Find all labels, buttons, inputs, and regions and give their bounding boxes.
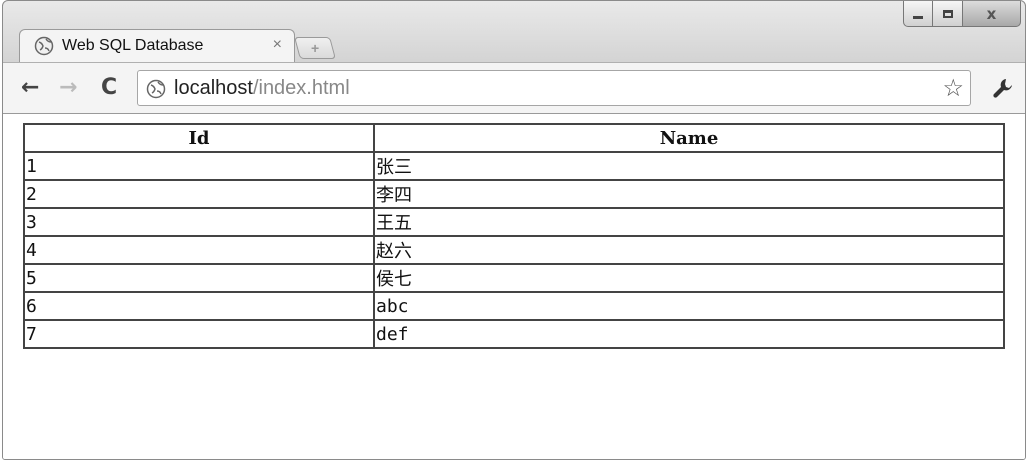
- page-content: Id Name 1 张三 2 李四 3 王五 4 赵六 5 侯七 6 abc 7 def: [3, 114, 1025, 459]
- cell-name: def: [373, 319, 1005, 349]
- globe-icon: [34, 36, 54, 56]
- column-header-name: Name: [373, 123, 1005, 153]
- wrench-icon[interactable]: [991, 76, 1015, 100]
- cell-id: 4: [23, 235, 375, 265]
- cell-name: abc: [373, 291, 1005, 321]
- minimize-button[interactable]: [903, 1, 933, 27]
- table-row: 6 abc: [23, 291, 1005, 321]
- column-header-id: Id: [23, 123, 375, 153]
- data-table: Id Name 1 张三 2 李四 3 王五 4 赵六 5 侯七 6 abc 7 def: [23, 123, 1005, 349]
- cell-name: 赵六: [373, 235, 1005, 265]
- table-row: 4 赵六: [23, 235, 1005, 265]
- table-row: 2 李四: [23, 179, 1005, 209]
- address-bar[interactable]: localhost/index.html ☆: [137, 70, 971, 106]
- table-row: 1 张三: [23, 151, 1005, 181]
- cell-name: 李四: [373, 179, 1005, 209]
- table-row: 3 王五: [23, 207, 1005, 237]
- cell-id: 2: [23, 179, 375, 209]
- cell-id: 7: [23, 319, 375, 349]
- cell-name: 张三: [373, 151, 1005, 181]
- cell-id: 5: [23, 263, 375, 293]
- cell-name: 侯七: [373, 263, 1005, 293]
- url-host: localhost: [174, 77, 253, 99]
- table-header-row: Id Name: [23, 123, 1005, 153]
- close-window-button[interactable]: x: [963, 1, 1021, 27]
- window-controls: x: [903, 1, 1021, 27]
- cell-id: 6: [23, 291, 375, 321]
- table-row: 7 def: [23, 319, 1005, 349]
- tab-title: Web SQL Database: [62, 37, 204, 54]
- plus-icon: +: [310, 40, 320, 56]
- cell-id: 3: [23, 207, 375, 237]
- cell-name: 王五: [373, 207, 1005, 237]
- maximize-icon: [942, 9, 953, 18]
- bookmark-star-icon[interactable]: ☆: [942, 74, 964, 103]
- new-tab-button[interactable]: +: [294, 37, 336, 59]
- url-path: /index.html: [252, 77, 350, 99]
- browser-toolbar: ← → C localhost/index.html ☆: [3, 62, 1025, 114]
- minimize-icon: [913, 16, 923, 19]
- cell-id: 1: [23, 151, 375, 181]
- url-text[interactable]: localhost/index.html: [174, 77, 350, 100]
- maximize-button[interactable]: [933, 1, 963, 27]
- forward-button[interactable]: →: [59, 75, 77, 100]
- browser-window: x Web SQL Database × + ← → C localhost/i…: [2, 0, 1026, 460]
- back-button[interactable]: ←: [21, 75, 39, 100]
- tab-web-sql-database[interactable]: Web SQL Database ×: [19, 29, 295, 63]
- table-row: 5 侯七: [23, 263, 1005, 293]
- close-icon: x: [986, 4, 997, 23]
- globe-icon: [146, 79, 166, 99]
- reload-button[interactable]: C: [101, 75, 117, 100]
- tab-close-icon[interactable]: ×: [273, 36, 282, 54]
